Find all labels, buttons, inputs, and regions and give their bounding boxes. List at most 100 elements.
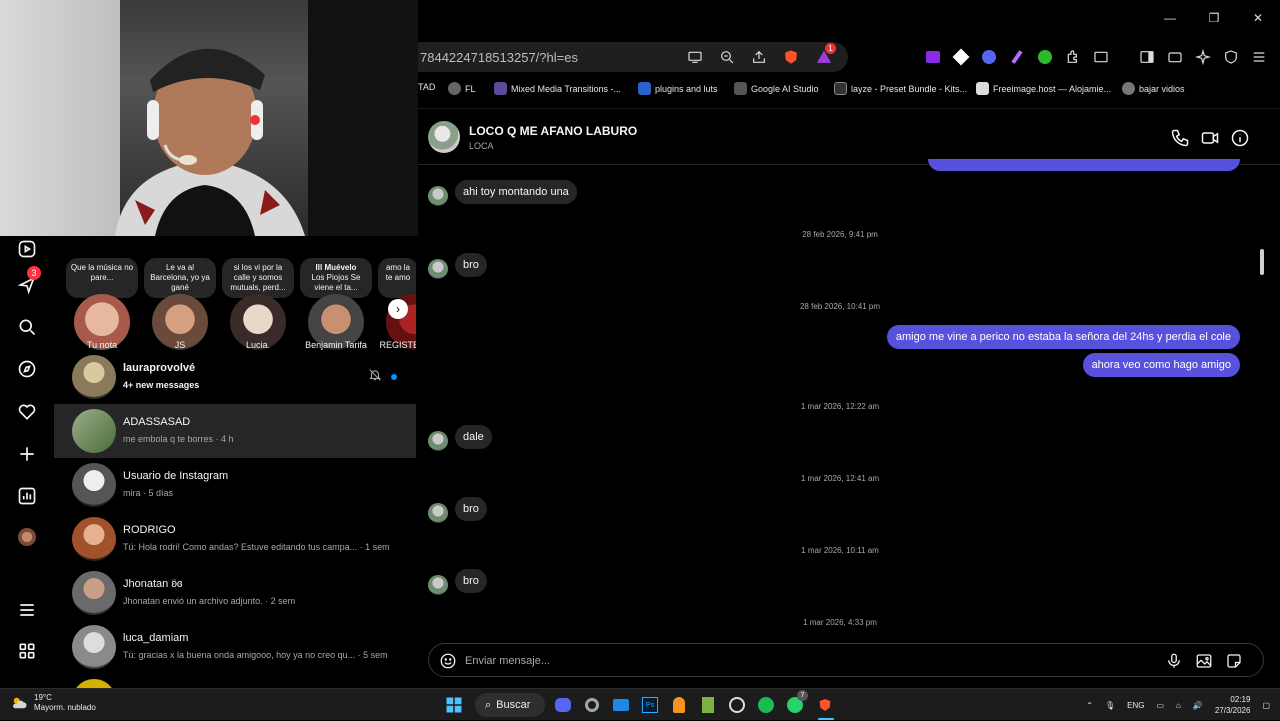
discord-extension-icon[interactable] <box>980 48 998 66</box>
notes-next-button[interactable]: › <box>388 299 408 319</box>
restore-button[interactable]: ❐ <box>1192 0 1236 36</box>
extension-icon[interactable] <box>1008 48 1026 66</box>
brave-icon[interactable] <box>815 695 835 715</box>
thread-item[interactable]: luca_damiam Tú: gracias x la buena onda … <box>54 620 416 674</box>
thread-item[interactable]: RODRIGO Tú: Hola rodri! Como andas? Estu… <box>54 512 416 566</box>
note-bubble[interactable]: Que la música no pare... <box>66 258 138 298</box>
discord-icon[interactable] <box>553 695 573 715</box>
dashboard-icon[interactable] <box>14 483 40 509</box>
weather-widget[interactable]: 19°C Mayorm. nublado <box>10 693 96 713</box>
phone-icon[interactable] <box>1170 128 1190 148</box>
webcam-person <box>115 48 305 236</box>
chatgpt-icon[interactable] <box>727 695 747 715</box>
incoming-message-bubble[interactable]: dale <box>455 425 492 449</box>
thread-item[interactable]: Jhonatan ʚ̈ɞ Jhonatan envió un archivo a… <box>54 566 416 620</box>
browser-menu-icon[interactable] <box>1250 48 1268 66</box>
puzzle-icon[interactable] <box>1064 48 1082 66</box>
thread-preview: Tú: gracias x la buena onda amigooo, hoy… <box>123 650 388 660</box>
incoming-message-bubble[interactable]: bro <box>455 253 487 277</box>
bookmark-item[interactable]: Google AI Studio <box>734 82 819 95</box>
incoming-message-bubble[interactable]: ahi toy montando una <box>455 180 577 204</box>
extension-icon[interactable] <box>924 48 942 66</box>
app-icon[interactable] <box>698 695 718 715</box>
thread-preview: 4+ new messages <box>123 380 200 390</box>
bookmark-item[interactable]: plugins and luts <box>638 82 718 95</box>
outgoing-message-bubble[interactable] <box>928 159 1240 171</box>
settings-icon[interactable] <box>582 695 602 715</box>
photoshop-icon[interactable]: Ps <box>640 695 660 715</box>
microphone-icon[interactable] <box>1165 652 1183 670</box>
wallet-icon[interactable] <box>1166 48 1184 66</box>
image-icon[interactable] <box>1195 652 1213 670</box>
apps-icon[interactable] <box>14 638 40 664</box>
chat-scrollbar[interactable] <box>1260 249 1264 275</box>
explore-icon[interactable] <box>14 356 40 382</box>
create-icon[interactable] <box>14 441 40 467</box>
share-icon[interactable] <box>750 48 768 66</box>
messages-icon[interactable]: 3 <box>14 266 41 298</box>
bookmark-item[interactable]: layze - Preset Bundle - Kits... <box>834 82 967 95</box>
message-input[interactable] <box>465 652 1145 670</box>
thread-name: Usuario de Instagram <box>123 470 229 482</box>
zoom-icon[interactable] <box>718 48 736 66</box>
bookmark-item[interactable]: Mixed Media Transitions -... <box>494 82 621 95</box>
video-call-icon[interactable] <box>1200 128 1220 148</box>
bookmark-item[interactable]: Freeimage.host — Alojamie... <box>976 82 1111 95</box>
thread-item[interactable]: lauraprovolvé 4+ new messages <box>54 350 416 404</box>
profile-avatar[interactable] <box>14 524 40 550</box>
message-timestamp: 1 mar 2026, 4:33 pm <box>803 618 877 627</box>
outgoing-message-bubble[interactable]: ahora veo como hago amigo <box>1082 353 1240 377</box>
notifications-icon[interactable]: ▢ <box>1262 701 1270 710</box>
start-icon[interactable] <box>444 695 464 715</box>
file-explorer-icon[interactable] <box>611 695 631 715</box>
note-bubble[interactable]: amo la te amo <box>378 258 416 298</box>
message-timestamp: 1 mar 2026, 12:22 am <box>800 402 880 411</box>
spotify-icon[interactable] <box>756 695 776 715</box>
reels-icon[interactable] <box>14 236 40 262</box>
info-icon[interactable] <box>1230 128 1250 148</box>
menu-icon[interactable] <box>14 597 40 623</box>
reader-icon[interactable] <box>1092 48 1110 66</box>
note-bubble[interactable]: Ill Muévelo Los Piojos Se viene el ta... <box>300 258 372 298</box>
incoming-message-bubble[interactable]: bro <box>455 497 487 521</box>
thread-avatar <box>72 571 116 615</box>
vpn-icon[interactable] <box>1222 48 1240 66</box>
microphone-tray-icon[interactable]: 🎙 <box>1105 701 1115 710</box>
bookmark-item[interactable]: bajar vidios <box>1122 82 1185 95</box>
sidebar-icon[interactable] <box>1138 48 1156 66</box>
fl-studio-icon[interactable] <box>669 695 689 715</box>
thread-item[interactable]: ADASSASAD me embola q te borres · 4 h <box>54 404 416 458</box>
incoming-message-bubble[interactable]: bro <box>455 569 487 593</box>
display-icon[interactable]: ▭ <box>1156 701 1164 710</box>
extension-icon[interactable] <box>1036 48 1054 66</box>
thread-item[interactable] <box>54 674 416 688</box>
note-name: Tu nota <box>86 340 118 350</box>
cast-icon[interactable] <box>686 48 704 66</box>
emoji-icon[interactable] <box>439 652 457 670</box>
thread-item[interactable]: Usuario de Instagram mira · 5 días <box>54 458 416 512</box>
close-button[interactable]: ✕ <box>1236 0 1280 36</box>
chat-title[interactable]: LOCO Q ME AFANO LABURO <box>469 124 637 138</box>
rewards-icon[interactable]: 1 <box>815 43 836 66</box>
whatsapp-icon[interactable]: 7 <box>785 690 808 715</box>
clock[interactable]: 02:19 27/3/2026 <box>1215 694 1251 716</box>
search-icon[interactable] <box>14 314 40 340</box>
bookmark-item[interactable]: FL <box>448 82 476 95</box>
minimize-button[interactable]: — <box>1148 0 1192 36</box>
note-bubble[interactable]: si los vi por la calle y somos mutuals, … <box>222 258 294 298</box>
heart-icon[interactable] <box>14 399 40 425</box>
chevron-up-icon[interactable]: ⌃ <box>1086 701 1093 710</box>
sticker-icon[interactable] <box>1225 652 1243 670</box>
bookmark-item[interactable]: TAD <box>418 82 435 92</box>
taskbar-search[interactable]: ⌕ Buscar <box>475 693 545 717</box>
volume-icon[interactable]: 🔊 <box>1193 701 1203 710</box>
windows-taskbar: 19°C Mayorm. nublado ⌕ Buscar Ps 7 ⌃ 🎙 E… <box>0 688 1280 720</box>
network-icon[interactable]: ⌂ <box>1176 701 1181 710</box>
brave-shield-icon[interactable] <box>782 48 800 66</box>
chat-avatar[interactable] <box>428 121 460 153</box>
leo-ai-icon[interactable] <box>1194 48 1212 66</box>
language-indicator[interactable]: ENG <box>1127 701 1144 710</box>
note-bubble[interactable]: Le va al Barcelona, yo ya gané <box>144 258 216 298</box>
outgoing-message-bubble[interactable]: amigo me vine a perico no estaba la seño… <box>886 325 1240 349</box>
extension-icon[interactable] <box>952 48 970 66</box>
